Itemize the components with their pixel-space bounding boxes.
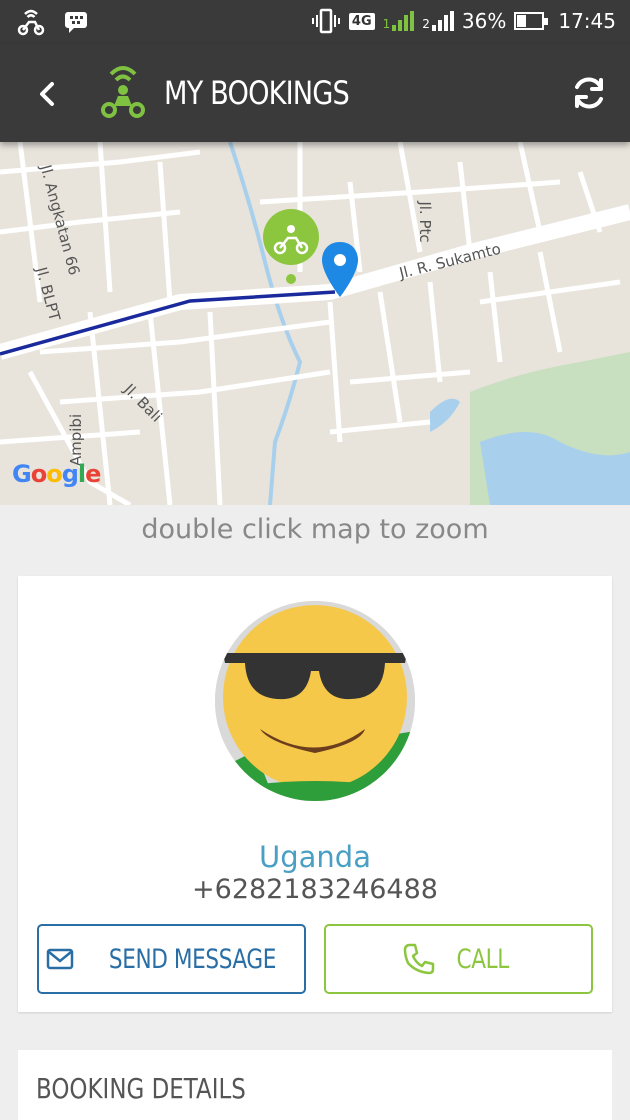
- clock: 17:45: [558, 9, 616, 33]
- envelope-icon: [46, 948, 74, 970]
- app-bar: MY BOOKINGS: [0, 44, 630, 142]
- battery-icon: [514, 12, 549, 30]
- page-title: MY BOOKINGS: [164, 74, 350, 112]
- network-type-badge: 4G: [348, 12, 375, 30]
- driver-phone: +6282183246488: [192, 874, 438, 905]
- driver-avatar: [215, 601, 415, 801]
- phone-icon: [403, 943, 435, 975]
- sim1-label: 1: [382, 17, 391, 31]
- street-label-ampibi: Ampibi: [67, 413, 85, 467]
- back-arrow-icon[interactable]: [28, 74, 68, 114]
- pond-area: [430, 398, 460, 432]
- sunglasses-emoji-icon: [215, 601, 415, 801]
- river: [228, 142, 303, 505]
- sim2-label: 2: [422, 17, 430, 31]
- send-message-button[interactable]: SEND MESSAGE: [37, 924, 306, 994]
- call-label: CALL: [456, 943, 509, 975]
- motorbike-logo-icon: [101, 66, 145, 118]
- sim2-signal-icon: [431, 11, 454, 31]
- scooter-notification-icon: [17, 9, 45, 36]
- send-message-label: SEND MESSAGE: [108, 943, 277, 975]
- driver-card: Uganda +6282183246488 SEND MESSAGE CALL: [18, 576, 612, 1012]
- map-canvas: [0, 142, 630, 505]
- call-button[interactable]: CALL: [324, 924, 593, 994]
- vibrate-icon: [311, 8, 340, 34]
- booking-details-title: BOOKING DETAILS: [36, 1072, 246, 1105]
- map-view[interactable]: Jl. Angkatan 66 Jl. BLPT Jl. Ptc Jl. R. …: [0, 142, 630, 505]
- sim1-signal-icon: [392, 11, 415, 31]
- status-bar: 4G 1 2 36% 17:45: [0, 0, 630, 44]
- google-attribution-logo: Google: [12, 460, 101, 488]
- booking-details-card: BOOKING DETAILS: [18, 1050, 612, 1120]
- driver-marker-icon[interactable]: [263, 209, 319, 284]
- street-label-ptc: Jl. Ptc: [416, 201, 434, 243]
- driver-name: Uganda: [259, 840, 371, 874]
- refresh-icon[interactable]: [568, 72, 610, 114]
- map-zoom-hint: double click map to zoom: [141, 514, 489, 545]
- battery-percent: 36%: [461, 9, 507, 33]
- bbm-icon: [65, 12, 87, 33]
